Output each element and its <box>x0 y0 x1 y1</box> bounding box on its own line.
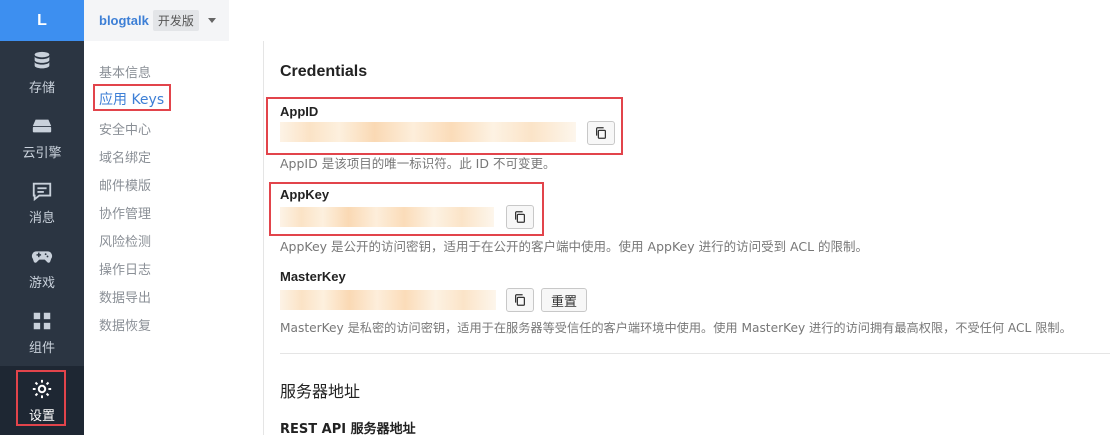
copy-icon <box>596 127 606 139</box>
subnav-basic-info[interactable]: 基本信息 <box>99 62 151 81</box>
copy-icon <box>515 294 525 306</box>
masterkey-value[interactable] <box>280 290 496 310</box>
main-content: Credentials AppID AppID 是该项目的唯一标识符。此 ID … <box>266 0 1110 435</box>
puzzle-icon <box>33 312 51 330</box>
rail-label: 组件 <box>28 341 55 356</box>
message-icon <box>32 182 52 202</box>
subnav-risk[interactable]: 风险检测 <box>99 231 151 250</box>
app-avatar[interactable]: L <box>0 0 84 41</box>
rail-label: 存储 <box>28 81 55 96</box>
server-heading: 服务器地址 <box>280 382 361 401</box>
rail-item-games[interactable]: 游戏 <box>0 236 84 300</box>
left-rail: L 存储 云引擎 消息 游戏 组件 设置 <box>0 0 84 435</box>
copy-appid-button[interactable] <box>587 121 615 145</box>
caret-down-icon <box>207 18 216 23</box>
masterkey-help: MasterKey 是私密的访问密钥，适用于在服务器等受信任的客户端环境中使用。… <box>280 321 1072 335</box>
subnav-restore[interactable]: 数据恢复 <box>99 315 151 334</box>
rail-label: 游戏 <box>28 276 55 291</box>
credentials-heading: Credentials <box>280 63 368 80</box>
copy-masterkey-button[interactable] <box>506 288 534 312</box>
appid-label: AppID <box>280 104 319 119</box>
copy-icon <box>515 211 525 223</box>
rail-item-components[interactable]: 组件 <box>0 301 84 365</box>
appkey-label: AppKey <box>280 187 330 202</box>
subnav-security[interactable]: 安全中心 <box>99 119 151 138</box>
rail-item-settings[interactable]: 设置 <box>0 366 84 435</box>
appkey-value[interactable] <box>280 207 494 227</box>
rail-item-cloud-engine[interactable]: 云引擎 <box>0 106 84 170</box>
database-icon <box>34 51 50 69</box>
copy-appkey-button[interactable] <box>506 205 534 229</box>
settings-subnav: 基本信息 应用 Keys 安全中心 域名绑定 邮件模版 协作管理 风险检测 操作… <box>84 41 264 435</box>
app-switcher[interactable]: blogtalk 开发版 <box>84 0 229 41</box>
subnav-app-keys[interactable]: 应用 Keys <box>99 89 164 109</box>
subnav-logs[interactable]: 操作日志 <box>99 259 151 278</box>
rest-api-label: REST API 服务器地址 <box>280 422 416 435</box>
rail-label: 云引擎 <box>22 146 62 161</box>
subnav-email-template[interactable]: 邮件模版 <box>99 175 151 194</box>
server-icon <box>32 119 52 133</box>
rail-item-storage[interactable]: 存储 <box>0 41 84 105</box>
reset-masterkey-button[interactable]: 重置 <box>541 288 587 312</box>
subnav-collaboration[interactable]: 协作管理 <box>99 203 151 222</box>
appkey-help: AppKey 是公开的访问密钥，适用于在公开的客户端中使用。使用 AppKey … <box>280 239 869 254</box>
app-name: blogtalk <box>99 13 149 28</box>
appid-help: AppID 是该项目的唯一标识符。此 ID 不可变更。 <box>280 156 556 171</box>
gear-icon <box>32 379 52 398</box>
subnav-domain[interactable]: 域名绑定 <box>99 147 151 166</box>
edition-badge: 开发版 <box>152 10 199 31</box>
rail-label: 设置 <box>28 408 55 424</box>
gamepad-icon <box>31 251 53 263</box>
subnav-export[interactable]: 数据导出 <box>99 287 151 306</box>
masterkey-label: MasterKey <box>280 269 346 284</box>
rail-label: 消息 <box>28 211 55 226</box>
section-divider <box>280 353 1110 354</box>
appid-value[interactable] <box>280 122 576 142</box>
rail-item-messages[interactable]: 消息 <box>0 171 84 235</box>
